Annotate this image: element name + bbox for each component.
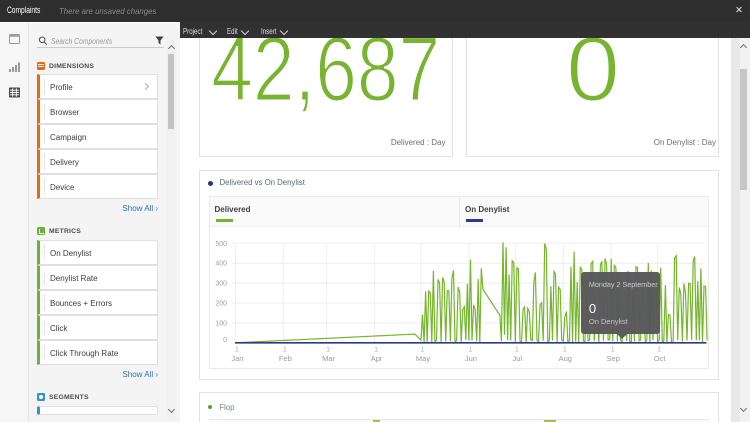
svg-text:42,687: 42,687: [211, 26, 440, 121]
svg-text:1: 1: [468, 346, 472, 353]
svg-text:1: 1: [374, 346, 378, 353]
svg-text:May: May: [416, 354, 430, 363]
svg-text:Oct: Oct: [654, 354, 667, 363]
svg-text:500: 500: [215, 240, 227, 247]
svg-text:1: 1: [421, 346, 425, 353]
svg-text:Mar: Mar: [322, 354, 335, 363]
svg-text:1: 1: [563, 346, 567, 353]
svg-text:1: 1: [235, 346, 239, 353]
svg-text:100: 100: [215, 320, 227, 327]
svg-text:400: 400: [215, 260, 227, 267]
svg-text:Feb: Feb: [279, 354, 292, 363]
svg-text:Jan: Jan: [231, 354, 243, 363]
svg-text:200: 200: [215, 300, 227, 307]
svg-text:Apr: Apr: [371, 354, 383, 363]
svg-text:300: 300: [215, 280, 227, 287]
svg-text:Jul: Jul: [513, 354, 523, 363]
svg-text:1: 1: [326, 346, 330, 353]
svg-text:1: 1: [515, 346, 519, 353]
svg-text:1: 1: [283, 346, 287, 353]
svg-text:1: 1: [611, 346, 615, 353]
svg-text:Sep: Sep: [607, 354, 620, 363]
svg-text:0: 0: [566, 26, 620, 121]
svg-text:1: 1: [657, 346, 661, 353]
svg-text:Aug: Aug: [559, 354, 572, 363]
svg-text:0: 0: [223, 337, 227, 344]
svg-text:Jun: Jun: [465, 354, 477, 363]
